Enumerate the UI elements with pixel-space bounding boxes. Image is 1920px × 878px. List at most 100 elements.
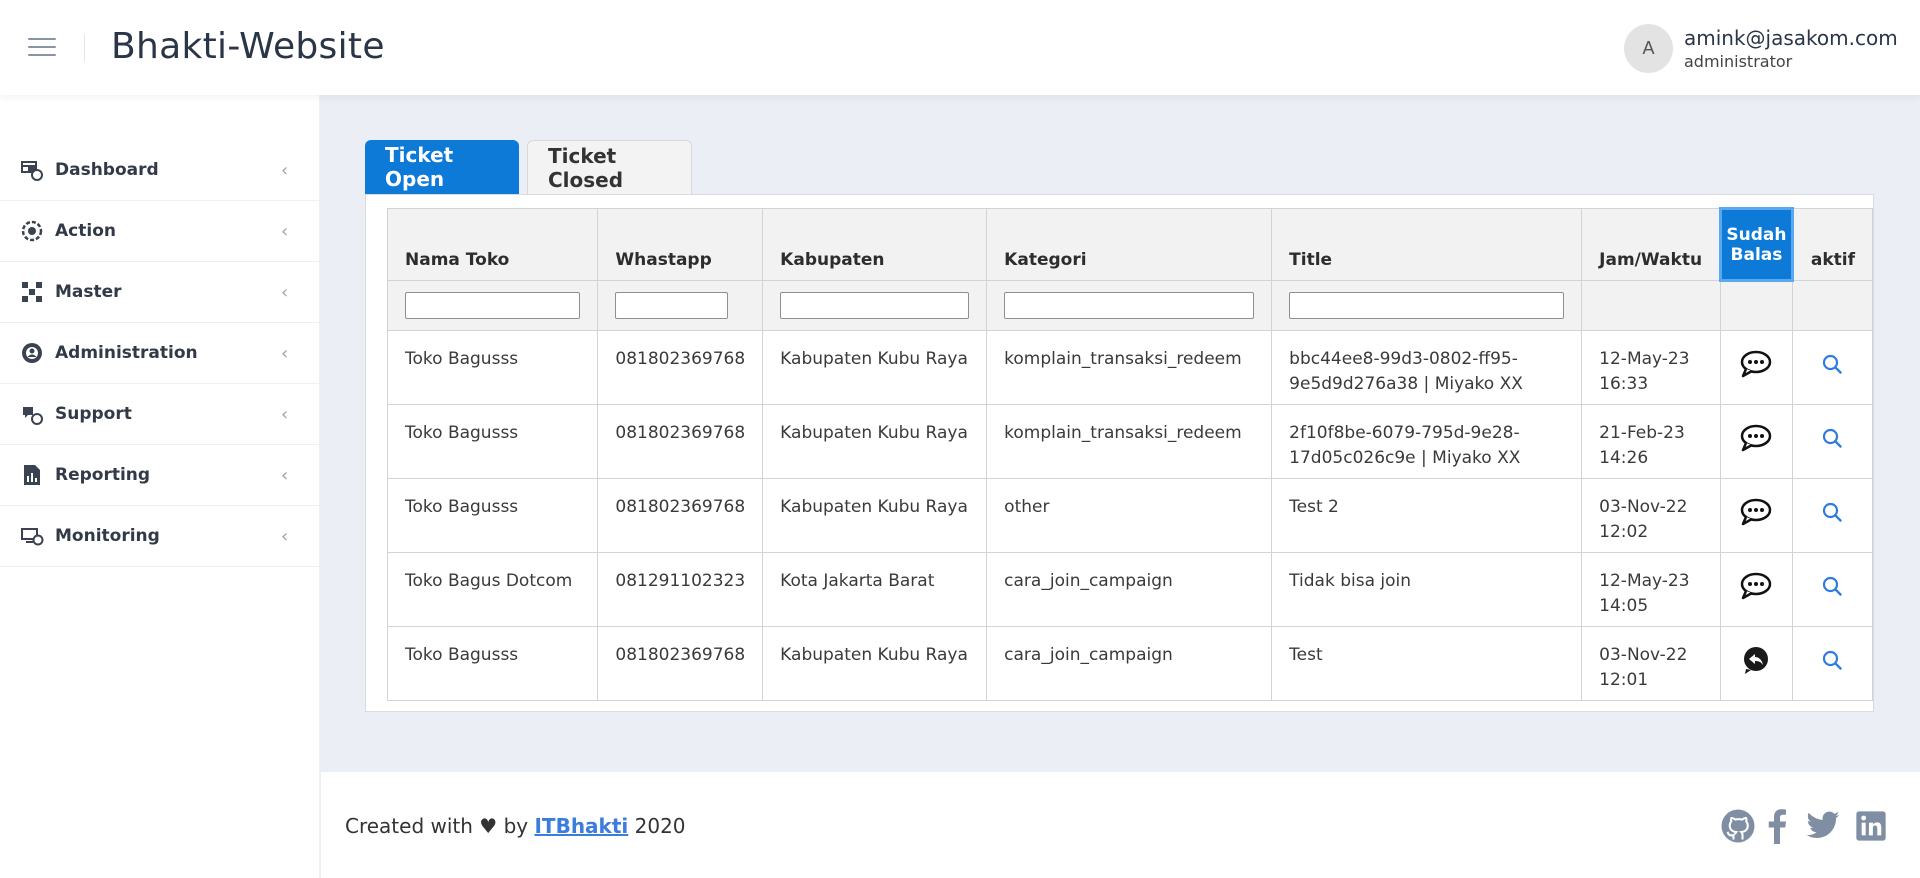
ticket-tabs: Ticket Open Ticket Closed [365, 140, 700, 194]
filter-cell [1791, 280, 1874, 331]
master-icon [22, 282, 42, 302]
user-role: administrator [1684, 52, 1793, 71]
support-icon [23, 407, 43, 425]
cell-title: Test [1271, 626, 1583, 701]
user-email[interactable]: amink@jasakom.com [1684, 26, 1898, 50]
cell-kategori: cara_join_campaign [986, 552, 1273, 627]
cell-title: Tidak bisa join [1271, 552, 1583, 627]
footer-itbhakti-link[interactable]: ITBhakti [534, 814, 628, 838]
chat-icon[interactable] [1740, 572, 1772, 600]
sidebar-item-label: Action [55, 221, 116, 241]
cell-whatsapp: 081802369768 [597, 626, 764, 701]
column-header-nama-toko[interactable]: Nama Toko [386, 208, 599, 281]
column-header-whatsapp[interactable]: Whastapp [597, 208, 764, 281]
ticket-table: Nama Toko Whastapp Kabupaten Kategori Ti… [386, 207, 1874, 701]
tab-ticket-open[interactable]: Ticket Open [365, 140, 519, 194]
cell-whatsapp: 081802369768 [597, 404, 764, 479]
filter-nama-toko-input[interactable] [405, 292, 580, 319]
table-row: Toko Bagusss 081802369768 Kabupaten Kubu… [386, 404, 1874, 479]
cell-title: 2f10f8be-6079-795d-9e28-17d05c026c9e | M… [1271, 404, 1583, 479]
sidebar-item-label: Monitoring [55, 526, 160, 546]
search-icon[interactable] [1822, 576, 1843, 596]
footer-suffix: 2020 [628, 814, 686, 838]
facebook-icon[interactable] [1765, 808, 1789, 844]
cell-title: Test 2 [1271, 478, 1583, 553]
chevron-left-icon: ‹ [281, 220, 289, 242]
cell-kabupaten: Kabupaten Kubu Raya [762, 478, 988, 553]
filter-row [386, 280, 1874, 331]
reporting-icon [24, 465, 40, 485]
cell-sudah-balas [1720, 552, 1793, 627]
footer-prefix: Created with ♥ by [345, 814, 535, 838]
cell-kabupaten: Kabupaten Kubu Raya [762, 330, 988, 405]
column-header-jam-waktu[interactable]: Jam/Waktu [1581, 208, 1722, 281]
sidebar-item-reporting[interactable]: Reporting ‹ [0, 445, 320, 506]
twitter-icon[interactable] [1805, 808, 1841, 844]
cell-whatsapp: 081802369768 [597, 330, 764, 405]
dashboard-icon [21, 161, 43, 181]
hamburger-menu-icon[interactable] [28, 38, 56, 58]
cell-nama-toko: Toko Bagus Dotcom [386, 552, 599, 627]
column-header-sudah-balas[interactable]: Sudah Balas [1719, 207, 1794, 282]
chat-icon[interactable] [1740, 424, 1772, 452]
chevron-left-icon: ‹ [281, 525, 289, 547]
search-icon[interactable] [1822, 428, 1843, 448]
cell-sudah-balas [1720, 404, 1793, 479]
user-avatar[interactable]: A [1624, 24, 1673, 73]
sidebar-menu: Dashboard ‹ Action ‹ Master ‹ Administra… [0, 140, 320, 567]
cell-nama-toko: Toko Bagusss [386, 404, 599, 479]
table-row: Toko Bagus Dotcom 081291102323 Kota Jaka… [386, 552, 1874, 627]
cell-kategori: other [986, 478, 1273, 553]
cell-whatsapp: 081802369768 [597, 478, 764, 553]
ticket-panel: Nama Toko Whastapp Kabupaten Kategori Ti… [365, 194, 1874, 712]
search-icon[interactable] [1822, 354, 1843, 374]
chat-icon[interactable] [1740, 350, 1772, 378]
sidebar-item-monitoring[interactable]: Monitoring ‹ [0, 506, 320, 567]
column-header-kategori[interactable]: Kategori [986, 208, 1273, 281]
cell-kabupaten: Kabupaten Kubu Raya [762, 404, 988, 479]
cell-waktu: 03-Nov-22 12:01 [1581, 626, 1722, 701]
chevron-left-icon: ‹ [281, 281, 289, 303]
cell-aktif [1791, 626, 1874, 701]
filter-whatsapp-input[interactable] [615, 292, 729, 319]
linkedin-icon[interactable] [1855, 808, 1887, 844]
column-header-title[interactable]: Title [1271, 208, 1583, 281]
chat-icon[interactable] [1740, 498, 1772, 526]
sidebar-item-label: Reporting [55, 465, 151, 485]
sidebar-item-administration[interactable]: Administration ‹ [0, 323, 320, 384]
cell-waktu: 03-Nov-22 12:02 [1581, 478, 1722, 553]
tab-ticket-closed[interactable]: Ticket Closed [527, 140, 692, 194]
cell-waktu: 12-May-23 14:05 [1581, 552, 1722, 627]
sidebar-item-label: Master [55, 282, 122, 302]
header-divider [84, 34, 85, 62]
column-header-aktif[interactable]: aktif [1791, 208, 1874, 281]
filter-kategori-input[interactable] [1004, 292, 1255, 319]
cell-waktu: 12-May-23 16:33 [1581, 330, 1722, 405]
table-row: Toko Bagusss 081802369768 Kabupaten Kubu… [386, 478, 1874, 553]
sidebar-item-support[interactable]: Support ‹ [0, 384, 320, 445]
search-icon[interactable] [1822, 650, 1843, 670]
reply-icon[interactable] [1741, 645, 1771, 675]
cell-aktif [1791, 552, 1874, 627]
sidebar-item-dashboard[interactable]: Dashboard ‹ [0, 140, 320, 201]
filter-cell [1581, 280, 1722, 331]
filter-kabupaten-input[interactable] [780, 292, 970, 319]
cell-sudah-balas [1720, 478, 1793, 553]
column-header-kabupaten[interactable]: Kabupaten [762, 208, 988, 281]
cell-kategori: komplain_transaksi_redeem [986, 404, 1273, 479]
filter-title-input[interactable] [1289, 292, 1565, 319]
cell-aktif [1791, 330, 1874, 405]
administration-icon [22, 343, 42, 363]
sidebar-item-action[interactable]: Action ‹ [0, 201, 320, 262]
chevron-left-icon: ‹ [281, 159, 289, 181]
cell-kategori: cara_join_campaign [986, 626, 1273, 701]
chevron-left-icon: ‹ [281, 342, 289, 364]
search-icon[interactable] [1822, 502, 1843, 522]
sidebar-item-master[interactable]: Master ‹ [0, 262, 320, 323]
table-row: Toko Bagusss 081802369768 Kabupaten Kubu… [386, 330, 1874, 405]
github-icon[interactable] [1720, 808, 1756, 844]
sidebar-item-label: Administration [55, 343, 198, 363]
cell-kategori: komplain_transaksi_redeem [986, 330, 1273, 405]
cell-title: bbc44ee8-99d3-0802-ff95-9e5d9d276a38 | M… [1271, 330, 1583, 405]
footer: Created with ♥ by ITBhakti 2020 [321, 772, 1920, 878]
